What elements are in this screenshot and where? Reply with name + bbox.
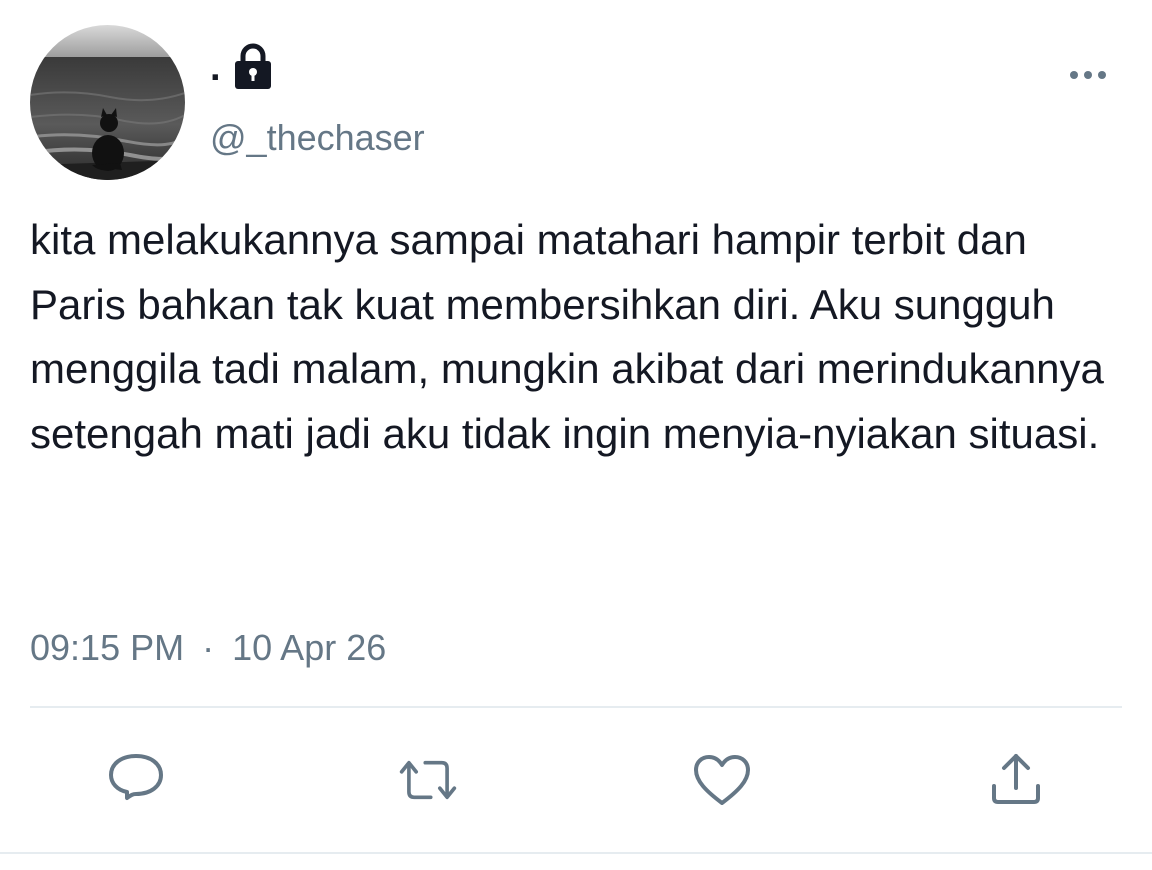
- tweet-time: 09:15 PM: [30, 627, 185, 668]
- tweet-timestamp[interactable]: 09:15 PM · 10 Apr 26: [30, 626, 386, 670]
- share-button[interactable]: [986, 750, 1046, 810]
- avatar[interactable]: [30, 25, 185, 180]
- reply-button[interactable]: [106, 750, 166, 810]
- like-button[interactable]: [692, 750, 752, 810]
- more-options-button[interactable]: [1062, 60, 1114, 90]
- display-name[interactable]: .: [210, 49, 221, 87]
- avatar-image: [30, 25, 185, 180]
- tweet-text: kita melakukannya sampai matahari hampir…: [30, 216, 1104, 457]
- heart-icon: [694, 755, 750, 805]
- divider: [30, 706, 1122, 708]
- lock-icon: [234, 43, 271, 89]
- retweet-button[interactable]: [398, 750, 458, 810]
- share-icon: [992, 754, 1040, 804]
- reply-icon: [109, 754, 163, 800]
- meta-separator: ·: [202, 627, 215, 668]
- more-horizontal-icon: [1070, 71, 1106, 79]
- bottom-divider: [0, 852, 1152, 854]
- retweet-icon: [399, 760, 457, 800]
- user-handle[interactable]: @_thechaser: [210, 116, 425, 160]
- tweet-date: 10 Apr 26: [232, 627, 387, 668]
- author-name-row: .: [210, 38, 275, 94]
